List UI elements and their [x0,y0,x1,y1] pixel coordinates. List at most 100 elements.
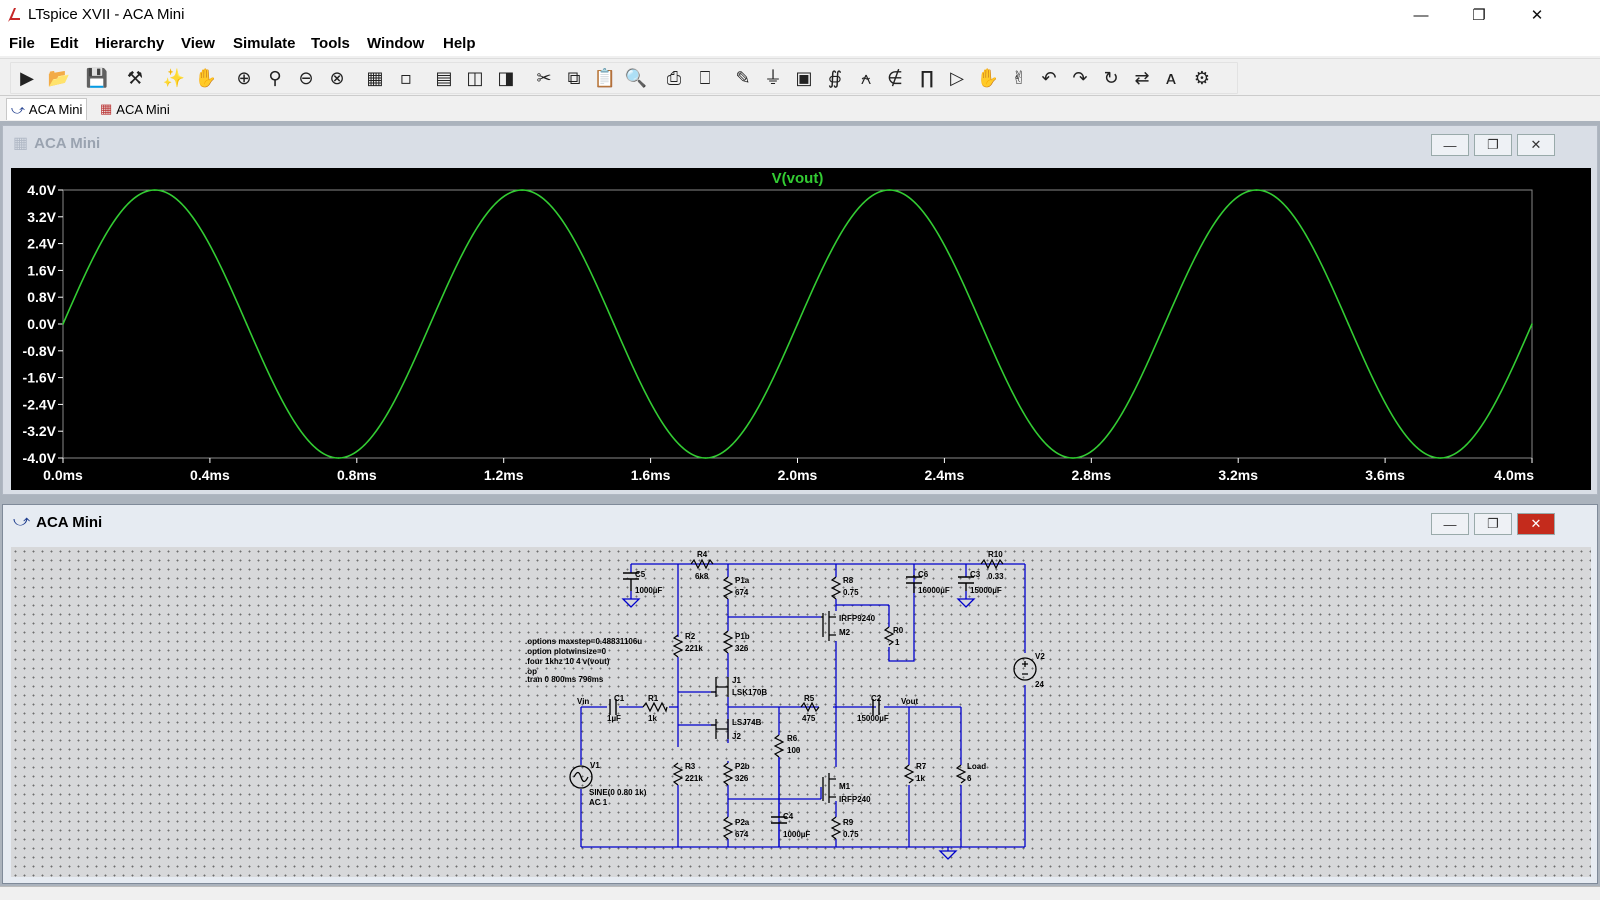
undo-icon[interactable]: ↶ [1038,68,1060,90]
zoom-pan-icon[interactable]: ⚲ [264,68,286,90]
schematic-window-title: ACA Mini [36,513,103,531]
label-r5: R5 [804,694,815,703]
x-tick-label: 0.8ms [337,467,377,483]
schematic-maximize-button[interactable]: ❐ [1474,513,1512,535]
plot-window-title: ACA Mini [34,134,101,152]
menu-view[interactable]: View [181,35,215,52]
cascade-icon[interactable]: ◨ [495,68,517,90]
window-title: LTspice XVII - ACA Mini [28,6,185,23]
schematic-minimize-button[interactable]: — [1431,513,1469,535]
data-point [613,323,615,325]
draw-wire-icon[interactable]: ✎ [732,68,754,90]
y-tick-label: -4.0V [23,450,57,466]
data-point [1163,323,1166,325]
new-schematic-icon[interactable]: ▶ [16,68,38,90]
spice-directive-icon[interactable]: ⚙ [1191,68,1213,90]
close-button[interactable]: ✕ [1514,0,1560,30]
capacitor-icon[interactable]: ⍲ [855,68,877,90]
plot-maximize-button[interactable]: ❐ [1474,134,1512,156]
tile-vertical-icon[interactable]: ◫ [464,68,486,90]
label-p2b: P2b [735,762,750,771]
control-panel-icon[interactable]: ⚒ [124,68,146,90]
waveform-icon: ▦ [13,135,29,152]
save-icon[interactable]: 💾 [86,68,108,90]
data-point [1072,457,1074,459]
redo-icon[interactable]: ↷ [1069,68,1091,90]
net-label-vin: Vin [577,697,589,706]
schematic-canvas[interactable]: R4 6k8 R10 0.33 C5 1000µF P1a 674 R8 0.7… [11,547,1591,877]
schematic-drawing[interactable]: R4 6k8 R10 0.33 C5 1000µF P1a 674 R8 0.7… [11,547,1591,877]
tile-horizontal-icon[interactable]: ▤ [433,68,455,90]
label-net-icon[interactable]: ▣ [793,68,815,90]
value-r9: 0.75 [843,830,859,839]
y-tick-label: 3.2V [27,209,56,225]
waveform-plot[interactable]: V(vout) 4.0V 3.2V 2.4V 1.6V 0.8V 0.0V -0.8V -1.6… [11,168,1591,490]
waveform-options-icon[interactable]: ▫ [395,68,417,90]
value-m2: IRFP9240 [839,614,876,623]
print-setup-icon[interactable]: ⎕ [694,68,716,90]
text-icon[interactable]: ᴀ [1160,68,1182,90]
directive-line: .four 1khz 10 4 v(vout) [525,657,610,666]
schematic-close-button[interactable]: ✕ [1517,513,1555,535]
value-r3: 221k [685,774,703,783]
cut-icon[interactable]: ✂ [533,68,555,90]
value-c5: 1000µF [635,586,662,595]
find-icon[interactable]: 🔍 [625,68,647,90]
component-icon[interactable]: ▷ [946,68,968,90]
rotate-icon[interactable]: ↻ [1100,68,1122,90]
menu-edit[interactable]: Edit [50,35,78,52]
menu-help[interactable]: Help [443,35,476,52]
data-point [1255,189,1258,191]
data-point [429,323,432,325]
halt-icon[interactable]: ✋ [195,68,217,90]
tab-schematic[interactable]: ⤻ ACA Mini [6,98,88,120]
resistor-r8 [830,576,842,600]
resistor-r0 [883,626,895,646]
x-tick-label: 2.4ms [925,467,965,483]
status-bar [0,886,1600,900]
zoom-fit-icon[interactable]: ⊗ [326,68,348,90]
waveform-chart[interactable]: V(vout) 4.0V 3.2V 2.4V 1.6V 0.8V 0.0V -0.8V -1.6… [11,168,1591,490]
value-m1: IRFP240 [839,795,871,804]
print-icon[interactable]: ⎙ [663,68,685,90]
mdi-workspace: ▦ ACA Mini — ❐ ✕ V(vout) 4.0V 3.2V 2.4V 1.6V… [0,121,1600,886]
zoom-out-icon[interactable]: ⊖ [295,68,317,90]
directive-line: .option plotwinsize=0 [525,647,607,656]
menu-window[interactable]: Window [367,35,424,52]
x-tick-label: 2.8ms [1071,467,1111,483]
paste-icon[interactable]: 📋 [594,68,616,90]
minimize-button[interactable]: — [1398,0,1444,30]
run-icon[interactable]: ✨ [163,68,185,90]
menu-hierarchy[interactable]: Hierarchy [95,35,164,52]
data-point [704,457,707,459]
schematic-icon: ⤻ [13,513,31,530]
place-ground-icon[interactable]: ⏚ [762,68,784,90]
menu-simulate[interactable]: Simulate [233,35,296,52]
component-labels: R4 6k8 R10 0.33 C5 1000µF P1a 674 R8 0.7… [577,550,1045,839]
label-r3: R3 [685,762,696,771]
mirror-icon[interactable]: ⇄ [1131,68,1153,90]
zoom-in-icon[interactable]: ⊕ [233,68,255,90]
y-tick-label: -1.6V [23,370,57,386]
ground-symbols [621,591,976,860]
value-j1: LSK170B [732,688,767,697]
resistor-icon[interactable]: ∯ [824,68,846,90]
drag-icon[interactable]: ✌ [1008,68,1030,90]
inductor-icon[interactable]: ∉ [884,68,906,90]
copy-icon[interactable]: ⧉ [563,68,585,90]
move-icon[interactable]: ✋ [977,68,999,90]
schematic-icon: ⤻ [11,101,25,117]
menu-file[interactable]: File [9,35,35,52]
tab-schematic-label: ACA Mini [28,102,83,117]
directive-line: .tran 0 800ms 796ms [525,675,604,684]
value-v1-ac: AC 1 [589,798,608,807]
open-folder-icon[interactable]: 📂 [48,68,70,90]
plot-minimize-button[interactable]: — [1431,134,1469,156]
autorange-icon[interactable]: ▦ [364,68,386,90]
plot-close-button[interactable]: ✕ [1517,134,1555,156]
resistor-r2 [672,634,684,658]
tab-waveform[interactable]: ▦ ACA Mini [96,98,174,120]
maximize-button[interactable]: ❐ [1456,0,1502,30]
menu-tools[interactable]: Tools [311,35,350,52]
diode-icon[interactable]: ∏ [916,68,938,90]
